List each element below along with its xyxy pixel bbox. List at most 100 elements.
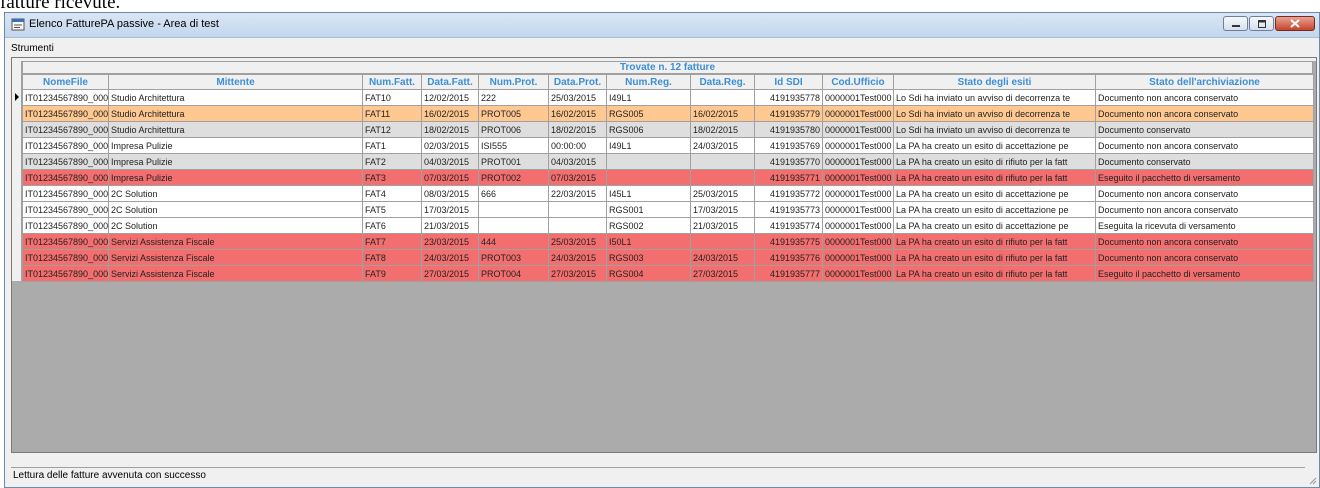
table-cell[interactable]: 16/02/2015 xyxy=(421,105,479,122)
table-row[interactable]: IT01234567890_000 Impresa Pulizie FAT2 04/0… xyxy=(22,153,1314,170)
table-cell[interactable]: PROT005 xyxy=(478,105,549,122)
column-header[interactable]: Id SDI xyxy=(754,74,823,90)
table-cell[interactable]: 0000001Test000 xyxy=(822,217,894,234)
column-header[interactable]: Data.Prot. xyxy=(548,74,607,90)
table-cell[interactable]: 0000001Test000 xyxy=(822,233,894,250)
table-row[interactable]: IT01234567890_000 Servizi Assistenza Fisc… xyxy=(22,233,1314,250)
table-cell[interactable]: 4191935773 xyxy=(754,201,823,218)
table-cell[interactable]: IT01234567890_000 xyxy=(22,233,109,250)
table-cell[interactable]: 00:00:00 xyxy=(548,137,607,154)
table-cell[interactable]: 17/03/2015 xyxy=(690,201,755,218)
table-cell[interactable]: RGS001 xyxy=(606,201,691,218)
table-cell[interactable]: IT01234567890_000 xyxy=(22,121,109,138)
table-cell[interactable]: Documento non ancora conservato xyxy=(1095,105,1314,122)
table-cell[interactable]: 4191935780 xyxy=(754,121,823,138)
column-header[interactable]: Stato dell'archiviazione xyxy=(1095,74,1314,90)
table-cell[interactable]: 0000001Test000 xyxy=(822,121,894,138)
table-cell[interactable]: 4191935774 xyxy=(754,217,823,234)
row-header[interactable] xyxy=(12,249,22,265)
menu-strumenti[interactable]: Strumenti xyxy=(5,42,60,55)
table-cell[interactable]: FAT7 xyxy=(362,233,422,250)
table-cell[interactable]: IT01234567890_000 xyxy=(22,217,109,234)
table-cell[interactable]: Documento non ancora conservato xyxy=(1095,137,1314,154)
table-cell[interactable]: Eseguito il pacchetto di versamento xyxy=(1095,265,1314,282)
table-cell[interactable]: 04/03/2015 xyxy=(421,153,479,170)
table-cell[interactable]: FAT8 xyxy=(362,249,422,266)
row-header[interactable] xyxy=(12,105,22,121)
table-cell[interactable]: Lo Sdi ha inviato un avviso di decorrenz… xyxy=(893,105,1096,122)
table-cell[interactable] xyxy=(606,153,691,170)
table-cell[interactable]: 16/02/2015 xyxy=(690,105,755,122)
table-cell[interactable]: 21/03/2015 xyxy=(690,217,755,234)
minimize-button[interactable] xyxy=(1223,16,1248,31)
table-cell[interactable]: RGS005 xyxy=(606,105,691,122)
table-cell[interactable]: Studio Architettura xyxy=(108,121,363,138)
table-cell[interactable]: Eseguito il pacchetto di versamento xyxy=(1095,169,1314,186)
resize-grip-icon[interactable] xyxy=(1307,475,1317,485)
row-header[interactable] xyxy=(12,265,22,281)
table-cell[interactable]: 25/03/2015 xyxy=(548,89,607,106)
table-cell[interactable]: 25/03/2015 xyxy=(690,185,755,202)
column-header[interactable]: Num.Fatt. xyxy=(362,74,422,90)
table-cell[interactable]: IT01234567890_000 xyxy=(22,169,109,186)
table-cell[interactable]: La PA ha creato un esito di rifiuto per … xyxy=(893,249,1096,266)
table-cell[interactable]: I49L1 xyxy=(606,89,691,106)
table-cell[interactable]: La PA ha creato un esito di rifiuto per … xyxy=(893,233,1096,250)
table-cell[interactable]: 0000001Test000 xyxy=(822,153,894,170)
table-cell[interactable]: 16/02/2015 xyxy=(548,105,607,122)
table-cell[interactable]: 18/02/2015 xyxy=(690,121,755,138)
table-cell[interactable]: 4191935770 xyxy=(754,153,823,170)
table-cell[interactable]: PROT001 xyxy=(478,153,549,170)
table-cell[interactable]: 0000001Test000 xyxy=(822,249,894,266)
table-cell[interactable]: IT01234567890_000 xyxy=(22,153,109,170)
table-cell[interactable]: 02/03/2015 xyxy=(421,137,479,154)
table-cell[interactable]: Documento non ancora conservato xyxy=(1095,185,1314,202)
table-cell[interactable]: 4191935778 xyxy=(754,89,823,106)
table-cell[interactable]: IT01234567890_000 xyxy=(22,249,109,266)
table-cell[interactable]: 2C Solution xyxy=(108,185,363,202)
table-cell[interactable]: RGS006 xyxy=(606,121,691,138)
table-cell[interactable]: 0000001Test000 xyxy=(822,185,894,202)
table-cell[interactable]: 24/03/2015 xyxy=(690,137,755,154)
table-cell[interactable]: 07/03/2015 xyxy=(421,169,479,186)
table-cell[interactable]: Documento non ancora conservato xyxy=(1095,233,1314,250)
table-cell[interactable]: Servizi Assistenza Fiscale xyxy=(108,233,363,250)
table-cell[interactable]: IT01234567890_000 xyxy=(22,105,109,122)
table-cell[interactable]: 0000001Test000 xyxy=(822,265,894,282)
table-cell[interactable]: Documento conservato xyxy=(1095,121,1314,138)
table-cell[interactable]: 2C Solution xyxy=(108,217,363,234)
table-cell[interactable]: Eseguita la ricevuta di versamento xyxy=(1095,217,1314,234)
table-cell[interactable]: FAT9 xyxy=(362,265,422,282)
table-cell[interactable]: 4191935777 xyxy=(754,265,823,282)
table-row[interactable]: IT01234567890_000 Servizi Assistenza Fisc… xyxy=(22,265,1314,282)
table-cell[interactable]: La PA ha creato un esito di rifiuto per … xyxy=(893,265,1096,282)
table-cell[interactable]: I50L1 xyxy=(606,233,691,250)
table-cell[interactable]: Impresa Pulizie xyxy=(108,137,363,154)
row-header[interactable] xyxy=(12,121,22,137)
row-header[interactable] xyxy=(12,89,22,105)
table-row[interactable]: IT01234567890_000 Studio Architettura FAT1… xyxy=(22,89,1314,106)
table-cell[interactable] xyxy=(606,169,691,186)
table-cell[interactable]: La PA ha creato un esito di rifiuto per … xyxy=(893,169,1096,186)
table-cell[interactable]: 666 xyxy=(478,185,549,202)
table-cell[interactable]: 0000001Test000 xyxy=(822,201,894,218)
column-header[interactable]: Cod.Ufficio xyxy=(822,74,894,90)
close-button[interactable] xyxy=(1275,16,1315,31)
table-row[interactable]: IT01234567890_000 2C Solution FAT5 17/03/20… xyxy=(22,201,1314,218)
table-cell[interactable]: 0000001Test000 xyxy=(822,169,894,186)
table-cell[interactable]: 4191935771 xyxy=(754,169,823,186)
table-cell[interactable]: 4191935779 xyxy=(754,105,823,122)
table-cell[interactable]: PROT006 xyxy=(478,121,549,138)
table-cell[interactable]: FAT11 xyxy=(362,105,422,122)
table-cell[interactable] xyxy=(548,201,607,218)
table-cell[interactable]: FAT1 xyxy=(362,137,422,154)
table-row[interactable]: IT01234567890_000 Servizi Assistenza Fisc… xyxy=(22,249,1314,266)
column-header[interactable]: Num.Prot. xyxy=(478,74,549,90)
table-cell[interactable]: 4191935776 xyxy=(754,249,823,266)
table-cell[interactable]: FAT4 xyxy=(362,185,422,202)
table-cell[interactable]: I49L1 xyxy=(606,137,691,154)
table-cell[interactable]: 4191935772 xyxy=(754,185,823,202)
table-cell[interactable]: I45L1 xyxy=(606,185,691,202)
table-cell[interactable]: FAT3 xyxy=(362,169,422,186)
table-row[interactable]: IT01234567890_000 2C Solution FAT4 08/03/20… xyxy=(22,185,1314,202)
